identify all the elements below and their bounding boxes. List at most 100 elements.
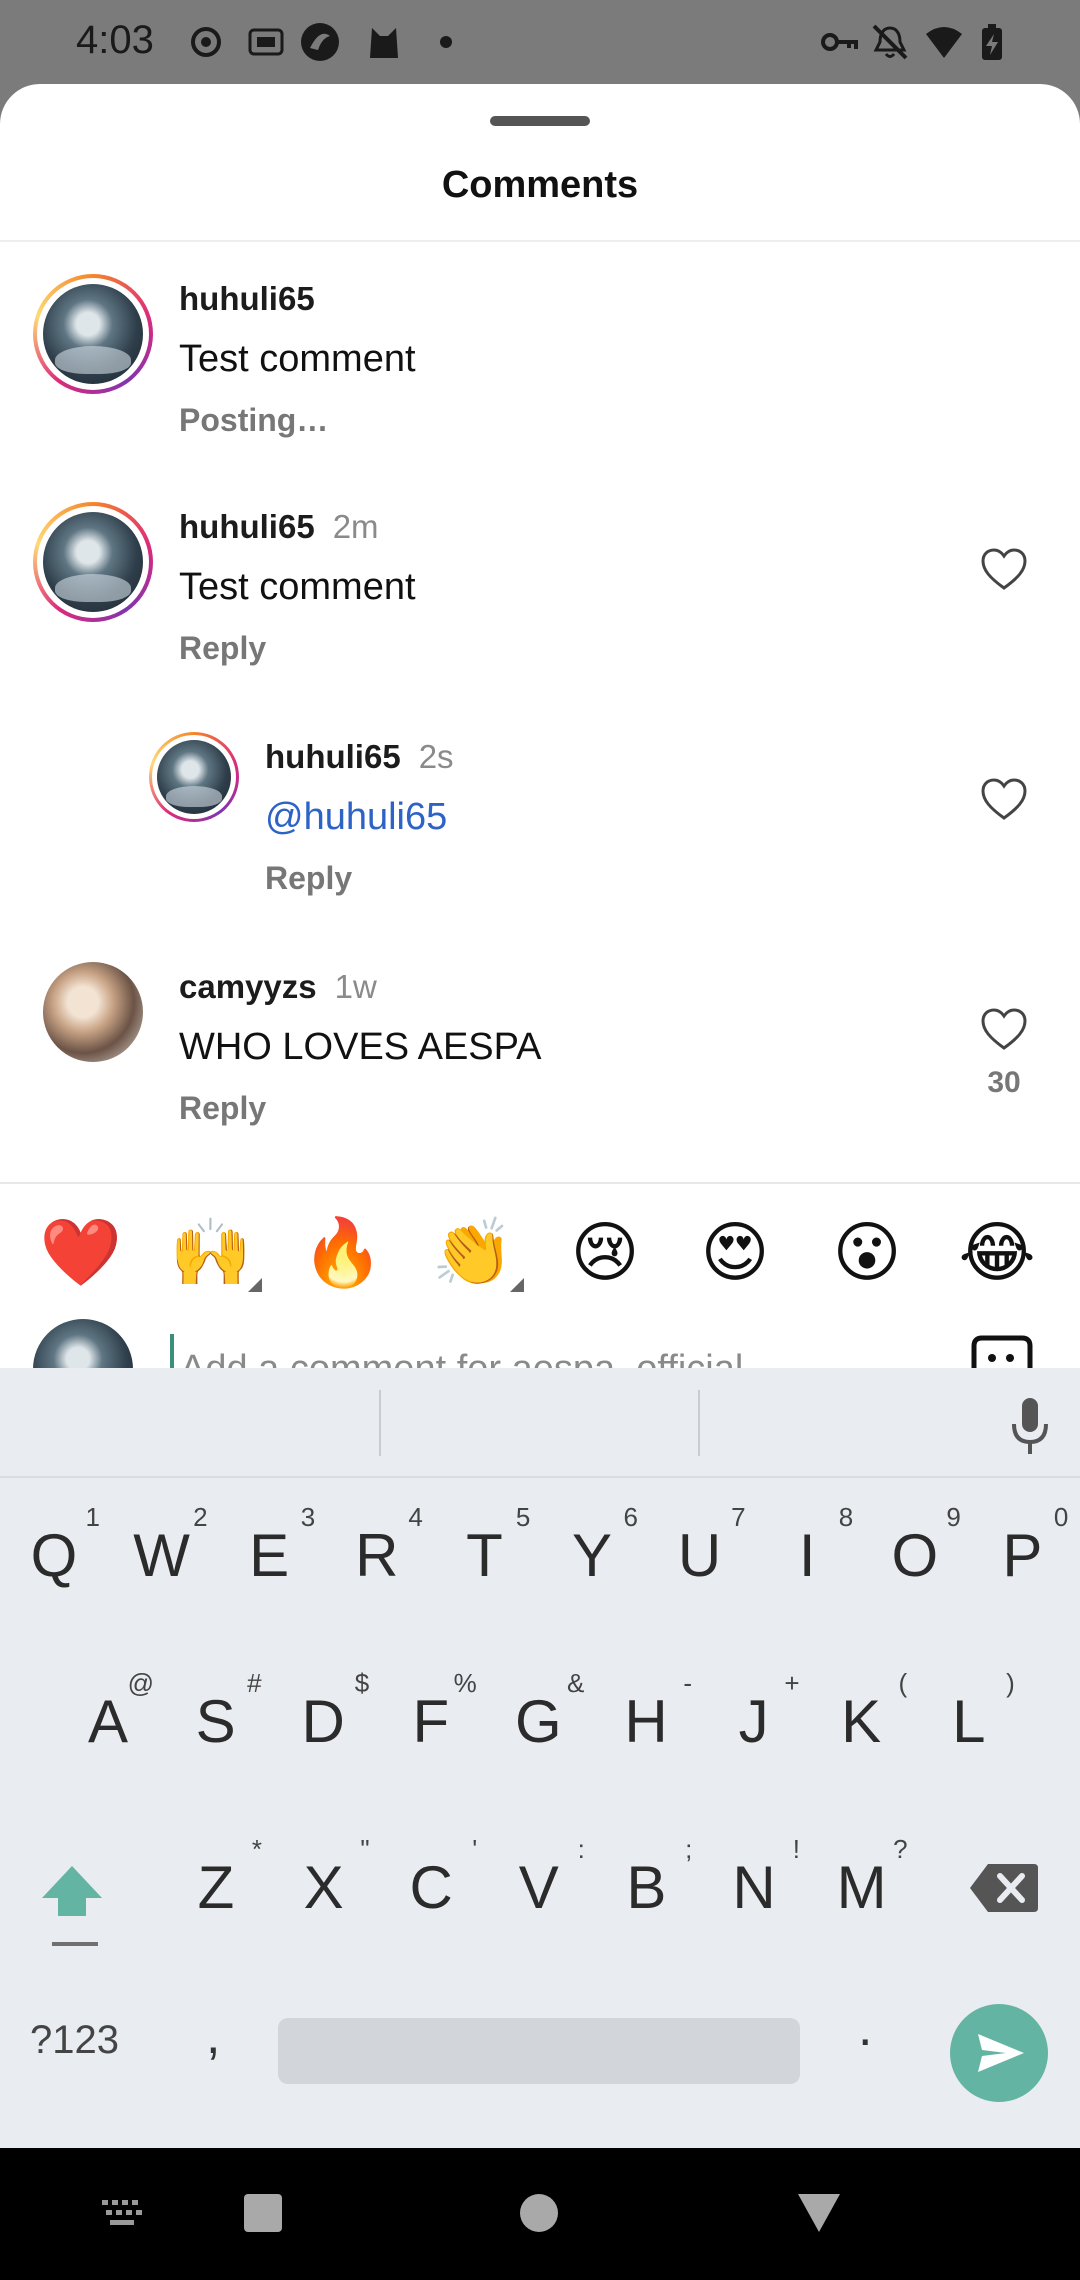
reaction-crying[interactable]: 😢 [560,1208,650,1298]
comment-username[interactable]: camyyzs 1w [179,968,377,1006]
key-hint: % [453,1668,477,1698]
key-f[interactable]: F% [381,1662,481,1782]
keyboard-switch-icon[interactable] [100,2196,146,2232]
comma-key[interactable]: , [206,2006,220,2066]
key-h[interactable]: H- [596,1662,696,1782]
key-hint: ( [898,1668,908,1698]
record-icon [191,27,221,57]
key-letter: A [87,1688,129,1755]
heart-icon[interactable] [980,1008,1028,1052]
key-b[interactable]: B; [596,1828,696,1948]
key-r[interactable]: R4 [327,1496,427,1616]
navigation-bar [0,2148,1080,2280]
key-z[interactable]: Z * [166,1828,266,1948]
key-letter: R [355,1522,399,1589]
reaction-heart[interactable]: ❤️ [36,1208,126,1298]
backspace-icon[interactable] [968,1862,1040,1914]
key-letter: O [891,1522,939,1589]
shift-key-icon[interactable] [32,1854,112,1944]
more-notifications-icon [440,36,452,48]
app-icon [301,23,339,61]
comment-username[interactable]: huhuli65 2m [179,508,379,546]
vpn-key-icon [821,33,858,51]
comment-item: camyyzs 1w WHO LOVES AESPA Reply 30 [0,932,1080,1182]
send-key[interactable] [950,2004,1048,2102]
key-o[interactable]: O9 [865,1496,965,1616]
home-icon[interactable] [518,2192,560,2234]
avatar[interactable] [33,274,153,394]
suggestion-divider [379,1390,381,1456]
like-count: 30 [987,1066,1021,1099]
key-g[interactable]: G & [488,1662,588,1782]
key-u[interactable]: U7 [650,1496,750,1616]
comment-username[interactable]: huhuli65 2s [265,738,454,776]
mention-link[interactable]: @huhuli65 [265,796,447,839]
reply-button[interactable]: Reply [179,630,266,667]
key-w[interactable]: W2 [112,1496,212,1616]
key-a[interactable]: A @ [58,1662,158,1782]
key-letter: X [303,1854,344,1921]
key-hint: $ [354,1668,370,1698]
key-v[interactable]: V: [489,1828,589,1948]
reaction-raising-hands[interactable]: 🙌 [166,1208,262,1298]
avatar[interactable] [33,502,153,622]
reply-button[interactable]: Reply [179,1090,266,1127]
key-n[interactable]: N! [704,1828,804,1948]
comment-item: huhuli65 Test comment Posting… [0,242,1080,472]
reaction-fire[interactable]: 🔥 [298,1208,388,1298]
comment-username[interactable]: huhuli65 [179,280,315,318]
key-letter: G [515,1688,562,1755]
heart-icon[interactable] [980,778,1028,822]
key-m[interactable]: M? [812,1828,912,1948]
reaction-heart-eyes[interactable]: 😍 [690,1208,780,1298]
heart-icon[interactable] [980,548,1028,592]
key-p[interactable]: P0 [972,1496,1072,1616]
suggestion-strip [0,1368,1080,1478]
recents-icon[interactable] [242,2192,284,2234]
key-hint: ) [1006,1668,1015,1698]
key-hint: # [247,1668,262,1698]
avatar[interactable] [43,962,143,1062]
key-hint: 8 [838,1502,854,1532]
reply-button[interactable]: Reply [265,860,352,897]
key-hint: 6 [623,1502,638,1532]
notifications-off-icon [872,24,908,60]
key-i[interactable]: I8 [757,1496,857,1616]
avatar[interactable] [149,732,239,822]
comment-item: huhuli65 2m Test comment Reply [0,472,1080,702]
period-key[interactable]: . [858,1998,872,2058]
back-icon[interactable] [796,2192,842,2234]
key-hint: 2 [193,1502,208,1532]
comments-list[interactable]: huhuli65 Test comment Posting… huhuli65 2… [0,242,1080,1182]
key-letter: L [952,1688,986,1755]
key-letter: D [301,1688,345,1755]
key-y[interactable]: Y6 [542,1496,642,1616]
key-k[interactable]: K( [811,1662,911,1782]
key-letter: F [412,1688,450,1755]
key-letter: H [624,1688,668,1755]
key-s[interactable]: S # [166,1662,266,1782]
key-letter: U [677,1522,722,1589]
reaction-surprised[interactable]: 😮 [822,1208,912,1298]
key-q[interactable]: Q1 [4,1496,104,1616]
key-x[interactable]: X " [274,1828,374,1948]
key-t[interactable]: T5 [434,1496,534,1616]
key-l[interactable]: L) [919,1662,1019,1782]
key-j[interactable]: J + [704,1662,804,1782]
key-letter: M [836,1854,887,1921]
key-hint: 0 [1053,1502,1069,1532]
key-e[interactable]: E3 [219,1496,319,1616]
key-hint: ' [472,1834,478,1864]
key-hint: ! [792,1834,800,1864]
key-d[interactable]: D $ [273,1662,373,1782]
reaction-laughing[interactable]: 😂 [952,1208,1042,1298]
key-c[interactable]: C ' [381,1828,481,1948]
mic-icon[interactable] [1006,1396,1054,1456]
key-hint: 4 [408,1502,423,1532]
symbols-key[interactable]: ?123 [30,2018,119,2063]
drag-handle[interactable] [490,116,590,126]
shift-indicator [52,1942,98,1946]
reaction-clapping[interactable]: 👏 [428,1208,524,1298]
key-hint: 1 [85,1502,100,1532]
spacebar[interactable] [278,2018,800,2084]
